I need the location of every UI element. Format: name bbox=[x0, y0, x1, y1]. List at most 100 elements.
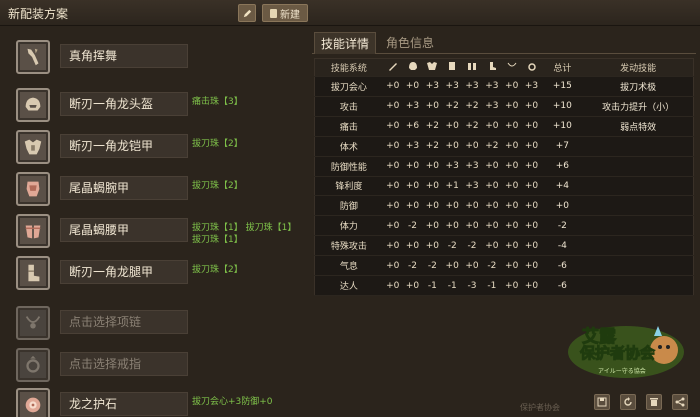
active-skill-cell bbox=[583, 156, 694, 177]
header-chest bbox=[422, 58, 443, 77]
new-button[interactable]: 新建 bbox=[262, 4, 308, 22]
skill-value-cell: +0 bbox=[462, 255, 482, 277]
edit-button[interactable] bbox=[238, 4, 256, 22]
header-skill: 技能系统 bbox=[314, 58, 383, 77]
skill-name-cell: 防御 bbox=[314, 195, 383, 217]
logo-line2: 保护者协会 bbox=[579, 344, 656, 363]
save-button[interactable] bbox=[594, 394, 610, 410]
skill-total-cell: -4 bbox=[541, 235, 584, 257]
refresh-button[interactable] bbox=[620, 394, 636, 410]
skill-value-cell: +0 bbox=[382, 176, 403, 197]
gear-row-weapon[interactable]: 真角挥舞 bbox=[0, 40, 310, 80]
skill-value-cell: +0 bbox=[442, 136, 463, 157]
header-active-skill: 发动技能 bbox=[583, 58, 694, 77]
skill-value-cell: +3 bbox=[442, 156, 463, 177]
active-skill-cell: 拔刀术极 bbox=[583, 76, 694, 97]
gear-name: 断刃一角龙铠甲 bbox=[60, 134, 188, 158]
waist-armor-icon bbox=[468, 63, 477, 70]
skill-value-cell: +0 bbox=[501, 116, 522, 137]
skill-value-cell: +2 bbox=[422, 116, 443, 137]
chest-armor-icon bbox=[427, 62, 438, 70]
active-skill-cell: 攻击力提升（小） bbox=[583, 96, 694, 117]
skill-value-cell: +0 bbox=[501, 215, 522, 237]
skill-name-cell: 拔刀会心 bbox=[314, 76, 383, 97]
skill-name-cell: 体力 bbox=[314, 215, 383, 237]
share-button[interactable] bbox=[672, 394, 688, 410]
skill-total-cell: +4 bbox=[541, 176, 584, 197]
gear-decorations: 拔刀珠【2】 bbox=[192, 139, 243, 149]
gear-row-necklace[interactable]: 点击选择项链 bbox=[0, 306, 310, 346]
header-necklace bbox=[501, 58, 522, 77]
skill-name-cell: 锋利度 bbox=[314, 176, 383, 197]
skill-total-cell: +10 bbox=[541, 116, 584, 137]
skill-value-cell: +6 bbox=[402, 116, 423, 137]
delete-button[interactable] bbox=[646, 394, 662, 410]
skill-value-cell: -3 bbox=[462, 275, 482, 296]
gear-name: 龙之护石 bbox=[60, 392, 188, 416]
weapon-icon bbox=[388, 63, 397, 71]
skill-value-cell: -1 bbox=[442, 275, 463, 296]
skill-value-cell: +3 bbox=[422, 76, 443, 97]
skill-value-cell: +3 bbox=[402, 136, 423, 157]
active-skill-cell bbox=[583, 215, 694, 237]
skill-value-cell: +0 bbox=[481, 235, 502, 257]
skill-value-cell: +0 bbox=[501, 255, 522, 277]
title-bar: 新配装方案 新建 bbox=[0, 0, 700, 26]
helmet-icon bbox=[16, 88, 50, 122]
gear-row-ring[interactable]: 点击选择戒指 bbox=[0, 348, 310, 388]
gear-decorations: 拔刀珠【2】 bbox=[192, 181, 243, 191]
skill-value-cell: +0 bbox=[521, 136, 542, 157]
new-button-label: 新建 bbox=[280, 9, 300, 21]
skill-name-cell: 体术 bbox=[314, 136, 383, 157]
table-row: 达人 +0 +0 -1 -1 -3 -1 +0 +0 -6 bbox=[314, 275, 694, 296]
gear-row-legs[interactable]: 断刃一角龙腿甲 拔刀珠【2】 bbox=[0, 256, 310, 296]
skill-value-cell: +0 bbox=[521, 235, 542, 257]
gear-row-head[interactable]: 断刃一角龙头盔 痛击珠【3】 bbox=[0, 88, 310, 128]
tab-skill-details[interactable]: 技能详情 bbox=[314, 32, 377, 54]
active-skill-cell bbox=[583, 195, 694, 217]
skill-value-cell: +3 bbox=[481, 96, 502, 117]
gear-row-waist[interactable]: 尾晶蝎腰甲 拔刀珠【1】 拔刀珠【1】 拔刀珠【1】 bbox=[0, 214, 310, 254]
skill-value-cell: +0 bbox=[521, 195, 542, 217]
skill-value-cell: +2 bbox=[481, 136, 502, 157]
necklace-icon bbox=[507, 62, 517, 67]
skill-name-cell: 痛击 bbox=[314, 116, 383, 137]
skill-value-cell: +3 bbox=[521, 76, 542, 97]
skill-value-cell: +0 bbox=[422, 96, 443, 117]
table-header-row: 技能系统 总计 发动技能 bbox=[314, 58, 694, 77]
header-legs bbox=[481, 58, 502, 77]
helmet-icon bbox=[408, 62, 417, 70]
skill-value-cell: +0 bbox=[501, 176, 522, 197]
skill-value-cell: -2 bbox=[481, 255, 502, 277]
arm-armor-icon bbox=[449, 62, 456, 70]
gear-row-arms[interactable]: 尾晶蝎腕甲 拔刀珠【2】 bbox=[0, 172, 310, 212]
skill-total-cell: -6 bbox=[541, 275, 584, 296]
skill-value-cell: -2 bbox=[422, 255, 443, 277]
skill-total-cell: +15 bbox=[541, 76, 584, 97]
skill-value-cell: +0 bbox=[402, 195, 423, 217]
skill-value-cell: -2 bbox=[442, 235, 463, 257]
skill-value-cell: +0 bbox=[501, 156, 522, 177]
tab-character-info[interactable]: 角色信息 bbox=[380, 32, 440, 54]
skill-value-cell: +0 bbox=[521, 96, 542, 117]
active-skill-cell bbox=[583, 176, 694, 197]
skill-total-cell: +10 bbox=[541, 96, 584, 117]
plan-title: 新配装方案 bbox=[8, 7, 69, 21]
tab-bar: 技能详情 角色信息 bbox=[312, 32, 696, 54]
skill-value-cell: -2 bbox=[402, 255, 423, 277]
skill-value-cell: +0 bbox=[521, 116, 542, 137]
skill-value-cell: +0 bbox=[422, 195, 443, 217]
skill-value-cell: +0 bbox=[382, 235, 403, 257]
gear-row-chest[interactable]: 断刃一角龙铠甲 拔刀珠【2】 bbox=[0, 130, 310, 170]
skill-value-cell: +0 bbox=[422, 215, 443, 237]
gear-decorations: 拔刀会心+3防御+0 bbox=[192, 397, 273, 407]
charm-icon bbox=[16, 388, 50, 417]
skill-value-cell: +0 bbox=[462, 215, 482, 237]
skill-value-cell: +0 bbox=[442, 215, 463, 237]
skill-value-cell: +0 bbox=[521, 275, 542, 296]
gear-name: 断刃一角龙腿甲 bbox=[60, 260, 188, 284]
skill-value-cell: +0 bbox=[402, 235, 423, 257]
skill-table: 技能系统 总计 发动技能 拔刀会心 +0 +0 +3 +3 +3 +3 +0 +3 +15 拔刀术极… bbox=[314, 58, 694, 296]
gear-row-charm[interactable]: 龙之护石 拔刀会心+3防御+0 bbox=[0, 388, 310, 417]
skill-value-cell: +0 bbox=[402, 156, 423, 177]
